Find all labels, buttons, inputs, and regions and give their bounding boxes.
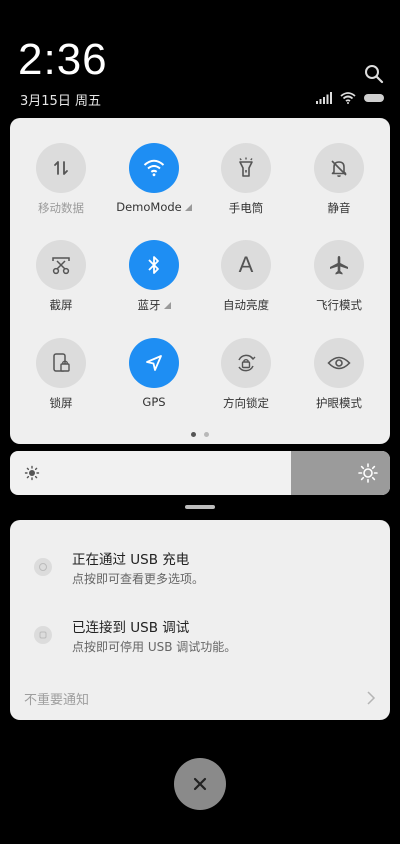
- lock-screen-icon: [53, 353, 70, 372]
- tile-eye-care-circle[interactable]: [314, 338, 364, 388]
- tile-screenshot-circle[interactable]: [36, 240, 86, 290]
- search-button[interactable]: [362, 62, 386, 86]
- bell-off-icon: [331, 160, 347, 177]
- bluetooth-icon: [148, 256, 159, 274]
- tile-gps[interactable]: GPS: [114, 338, 194, 409]
- tile-flashlight-circle[interactable]: [221, 143, 271, 193]
- tile-label: 静音: [327, 201, 351, 215]
- tile-label: 手电筒: [228, 201, 264, 215]
- page-dot[interactable]: [204, 432, 209, 437]
- tile-rotation-lock[interactable]: 方向锁定: [206, 338, 286, 411]
- tile-eye-care[interactable]: 护眼模式: [299, 338, 379, 411]
- close-icon: [193, 777, 207, 791]
- notification-subtitle: 点按即可查看更多选项。: [72, 572, 205, 586]
- page-indicator: [10, 432, 390, 437]
- brightness-slider[interactable]: [10, 451, 390, 495]
- tile-mobile-data-circle[interactable]: [36, 143, 86, 193]
- tile-label: 移动数据: [38, 201, 84, 215]
- battery-icon: [364, 94, 384, 102]
- tile-auto-brightness[interactable]: A 自动亮度: [206, 240, 286, 313]
- tile-screenshot[interactable]: 截屏: [21, 240, 101, 313]
- tile-flashlight[interactable]: 手电筒: [206, 143, 286, 216]
- mobile-data-icon: [54, 161, 68, 175]
- tile-airplane-circle[interactable]: [314, 240, 364, 290]
- tile-airplane[interactable]: 飞行模式: [299, 240, 379, 313]
- tile-label: 方向锁定: [223, 396, 269, 410]
- usb-icon: [34, 558, 52, 576]
- tile-lock-screen[interactable]: 锁屏: [21, 338, 101, 411]
- tile-label: 截屏: [49, 298, 73, 312]
- rotation-lock-icon: [238, 354, 256, 372]
- tile-wifi-circle[interactable]: [129, 143, 179, 193]
- eye-icon: [327, 356, 351, 370]
- scissors-icon: [52, 257, 70, 275]
- tile-label: GPS: [142, 395, 166, 409]
- tile-lock-screen-circle[interactable]: [36, 338, 86, 388]
- brightness-high-icon: [358, 463, 378, 483]
- expand-triangle-icon[interactable]: [184, 204, 192, 211]
- page-dot-active[interactable]: [191, 432, 196, 437]
- tile-label: 飞行模式: [316, 298, 362, 312]
- notification-usb-debugging[interactable]: 已连接到 USB 调试 点按即可停用 USB 调试功能。: [10, 610, 390, 666]
- clock-time: 2:36: [18, 35, 108, 84]
- tile-label: 锁屏: [49, 396, 73, 410]
- wifi-icon: [143, 159, 165, 177]
- notification-panel: 正在通过 USB 充电 点按即可查看更多选项。 已连接到 USB 调试 点按即可…: [10, 520, 390, 720]
- clear-all-button[interactable]: [174, 758, 226, 810]
- flashlight-icon: [239, 157, 253, 177]
- panel-drag-handle[interactable]: [185, 505, 215, 509]
- signal-icon: [316, 92, 332, 104]
- tile-mobile-data[interactable]: 移动数据: [21, 143, 101, 216]
- tile-label-wifi: DemoMode: [114, 200, 194, 214]
- tile-silent-circle[interactable]: [314, 143, 364, 193]
- quick-settings-panel: 移动数据 DemoMode 手电筒 静音 截屏 蓝牙 A 自动亮度 飞行模式 锁…: [10, 118, 390, 444]
- notification-usb-charging[interactable]: 正在通过 USB 充电 点按即可查看更多选项。: [10, 542, 390, 598]
- tile-label: DemoMode: [116, 200, 182, 214]
- chevron-right-icon[interactable]: [366, 690, 376, 706]
- notification-title: 已连接到 USB 调试: [72, 620, 190, 636]
- location-icon: [146, 355, 162, 371]
- status-icons: [316, 92, 384, 104]
- tile-label-bluetooth: 蓝牙: [114, 297, 194, 313]
- notification-title: 正在通过 USB 充电: [72, 552, 190, 568]
- android-debug-icon: [34, 626, 52, 644]
- tile-label: 蓝牙: [137, 298, 161, 312]
- unimportant-notifications-link[interactable]: 不重要通知: [24, 689, 89, 708]
- notification-subtitle: 点按即可停用 USB 调试功能。: [72, 640, 237, 654]
- wifi-status-icon: [340, 92, 356, 104]
- expand-triangle-icon[interactable]: [163, 302, 171, 309]
- tile-label: 自动亮度: [223, 298, 269, 312]
- tile-bluetooth[interactable]: 蓝牙: [114, 240, 194, 313]
- tile-wifi[interactable]: DemoMode: [114, 143, 194, 214]
- tile-silent[interactable]: 静音: [299, 143, 379, 216]
- tile-label: 护眼模式: [316, 396, 362, 410]
- airplane-icon: [330, 256, 348, 275]
- tile-gps-circle[interactable]: [129, 338, 179, 388]
- auto-brightness-icon: A: [238, 252, 254, 277]
- brightness-low-icon: [24, 465, 40, 481]
- search-icon: [365, 65, 384, 84]
- tile-auto-brightness-circle[interactable]: A: [221, 240, 271, 290]
- tile-rotation-lock-circle[interactable]: [221, 338, 271, 388]
- tile-bluetooth-circle[interactable]: [129, 240, 179, 290]
- date-label: 3月15日 周五: [20, 94, 101, 109]
